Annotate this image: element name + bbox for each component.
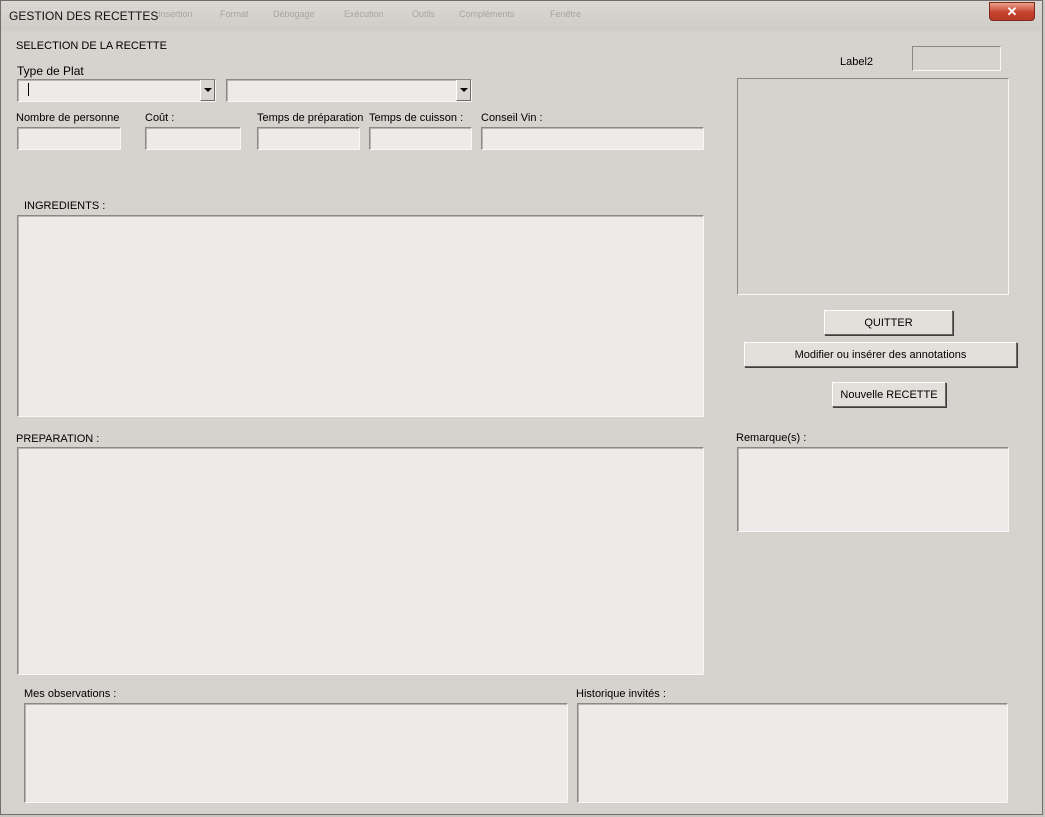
preparation-label: PREPARATION : xyxy=(16,433,100,445)
remarques-label: Remarque(s) : xyxy=(736,432,807,444)
image-frame xyxy=(737,78,1009,295)
observations-textarea[interactable] xyxy=(24,703,568,803)
label2: Label2 xyxy=(840,56,874,68)
nb-personne-input[interactable] xyxy=(17,127,121,150)
cout-input[interactable] xyxy=(145,127,241,150)
ingredients-label: INGREDIENTS : xyxy=(24,200,106,212)
menu-ghost-fenetre: Fenêtre xyxy=(550,9,582,19)
type-plat-combobox[interactable] xyxy=(17,79,216,102)
menu-ghost-insertion: Insertion xyxy=(158,9,193,19)
chevron-down-icon xyxy=(459,88,468,92)
recipe-manager-window: GESTION DES RECETTES Insertion Format Dé… xyxy=(0,0,1043,815)
new-recipe-button[interactable]: Nouvelle RECETTE xyxy=(832,382,946,407)
temps-cuisson-input[interactable] xyxy=(369,127,472,150)
recette-dropdown-button[interactable] xyxy=(456,80,471,101)
annotations-button[interactable]: Modifier ou insérer des annotations xyxy=(744,342,1017,367)
temps-cuisson-label: Temps de cuisson : xyxy=(369,112,464,124)
menu-ghost-format: Format xyxy=(220,9,249,19)
ingredients-textarea[interactable] xyxy=(17,215,704,417)
close-icon: ✕ xyxy=(1006,4,1018,19)
preparation-textarea[interactable] xyxy=(17,447,704,675)
title-bar[interactable]: GESTION DES RECETTES Insertion Format Dé… xyxy=(1,1,1042,31)
chevron-down-icon xyxy=(203,88,212,92)
cout-label: Coût : xyxy=(145,112,175,124)
temps-prep-label: Temps de préparation xyxy=(257,112,364,124)
observations-label: Mes observations : xyxy=(24,688,117,700)
menu-ghost-outils: Outils xyxy=(412,9,436,19)
conseil-vin-label: Conseil Vin : xyxy=(481,112,543,124)
historique-textarea[interactable] xyxy=(577,703,1008,803)
type-plat-label: Type de Plat xyxy=(17,64,84,78)
remarques-textarea[interactable] xyxy=(737,447,1009,532)
text-caret xyxy=(28,83,29,96)
window-title: GESTION DES RECETTES xyxy=(9,9,159,23)
recette-combobox[interactable] xyxy=(226,79,472,102)
menu-ghost-execution: Exécution xyxy=(344,9,384,19)
menu-ghost-debogage: Débogage xyxy=(273,9,315,19)
close-button[interactable]: ✕ xyxy=(989,2,1035,21)
section-label: SELECTION DE LA RECETTE xyxy=(16,40,167,52)
menu-ghost-complements: Compléments xyxy=(459,9,515,19)
quit-button[interactable]: QUITTER xyxy=(824,310,953,335)
form-client-area: SELECTION DE LA RECETTE Type de Plat Nom… xyxy=(8,32,1035,809)
historique-label: Historique invités : xyxy=(576,688,666,700)
type-plat-dropdown-button[interactable] xyxy=(200,80,215,101)
label2-box xyxy=(912,46,1001,71)
temps-prep-input[interactable] xyxy=(257,127,360,150)
nb-personne-label: Nombre de personne xyxy=(16,112,120,124)
conseil-vin-input[interactable] xyxy=(481,127,704,150)
